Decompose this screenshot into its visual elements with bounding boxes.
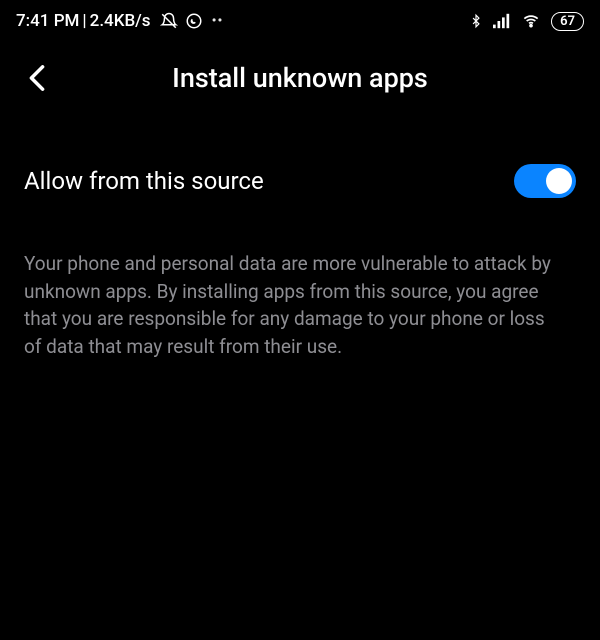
battery-indicator: 67: [551, 12, 584, 31]
page-title: Install unknown apps: [16, 62, 584, 94]
setting-description: Your phone and personal data are more vu…: [24, 250, 576, 360]
allow-source-toggle[interactable]: [514, 164, 576, 198]
signal-icon: [493, 13, 511, 29]
bluetooth-icon: [469, 12, 483, 30]
status-time: 7:41 PM: [16, 11, 79, 31]
status-separator: |: [82, 11, 86, 31]
status-right: 67: [469, 12, 584, 31]
whatsapp-icon: [185, 12, 203, 30]
header: Install unknown apps: [0, 42, 600, 124]
content: Allow from this source Your phone and pe…: [0, 124, 600, 360]
mute-icon: [160, 12, 178, 30]
more-notifications-icon: ••: [212, 13, 224, 29]
wifi-icon: [521, 13, 541, 29]
setting-row: Allow from this source: [24, 124, 576, 218]
setting-label: Allow from this source: [24, 167, 264, 195]
status-bar: 7:41 PM | 2.4KB/s ••: [0, 0, 600, 42]
status-data-rate: 2.4KB/s: [90, 11, 151, 31]
toggle-knob: [546, 168, 572, 194]
back-button[interactable]: [28, 64, 46, 92]
status-left: 7:41 PM | 2.4KB/s ••: [16, 11, 223, 31]
